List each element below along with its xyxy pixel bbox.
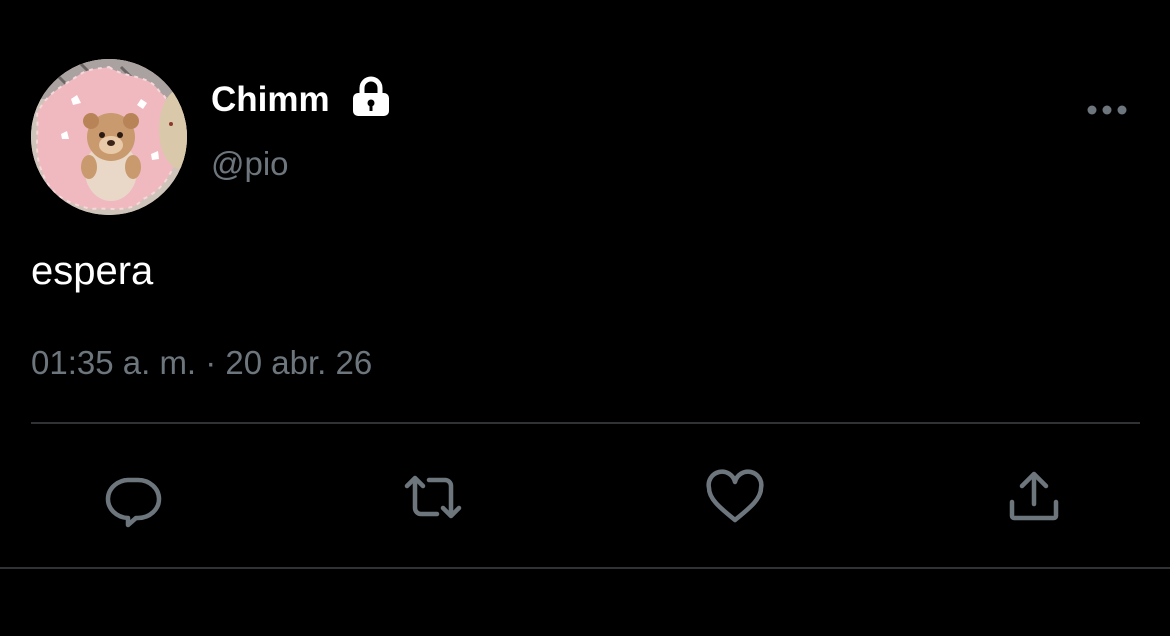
- user-handle[interactable]: @pio: [211, 144, 289, 184]
- tweet-text: espera: [31, 249, 154, 293]
- share-button[interactable]: [1004, 468, 1064, 528]
- divider: [0, 567, 1170, 569]
- share-icon: [1009, 471, 1059, 521]
- display-name[interactable]: Chimm: [211, 80, 330, 120]
- tweet-timestamp[interactable]: 01:35 a. m. · 20 abr. 26: [31, 343, 372, 383]
- tweet-card: Chimm @pio espera 01:35 a. m. · 20 abr. …: [0, 0, 1170, 636]
- retweet-button[interactable]: [403, 468, 463, 528]
- avatar-photo: [31, 59, 187, 215]
- lock-icon: [351, 76, 391, 118]
- heart-icon: [706, 469, 764, 523]
- divider: [31, 422, 1140, 424]
- more-icon[interactable]: [1086, 100, 1128, 120]
- reply-icon: [105, 477, 162, 528]
- like-button[interactable]: [705, 468, 765, 528]
- avatar[interactable]: [31, 59, 187, 215]
- reply-button[interactable]: [104, 468, 164, 528]
- retweet-icon: [404, 475, 462, 519]
